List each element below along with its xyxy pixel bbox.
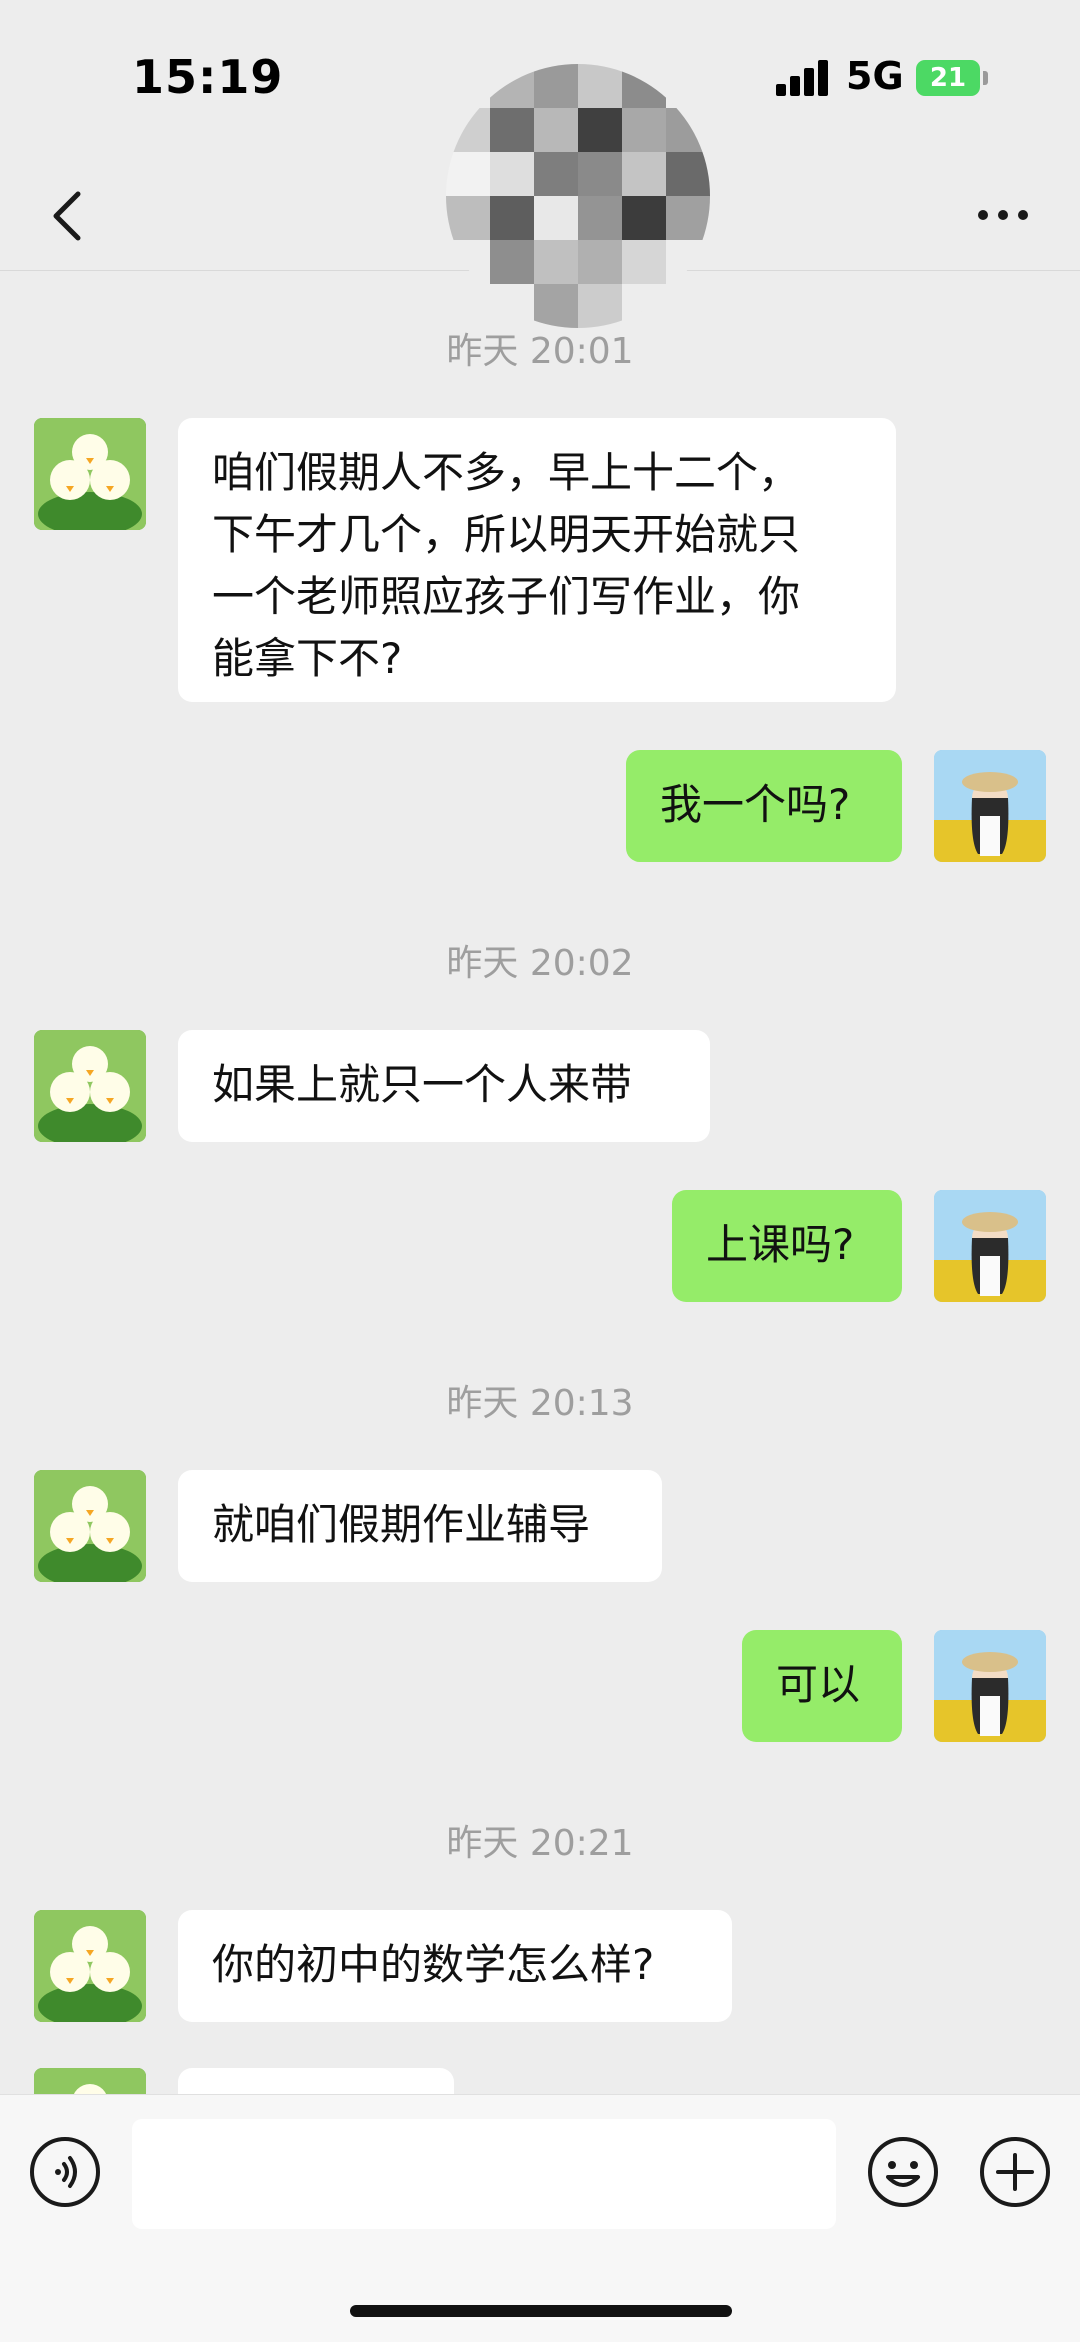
incoming-message-bubble[interactable]: 就咱们假期作业辅导 (178, 1470, 662, 1582)
home-indicator[interactable] (350, 2305, 732, 2317)
signal-icon (776, 60, 832, 96)
emoji-icon[interactable] (866, 2135, 940, 2209)
self-avatar[interactable] (934, 1630, 1046, 1742)
contact-avatar[interactable] (446, 64, 710, 328)
message-input[interactable] (132, 2119, 836, 2229)
contact-avatar-small[interactable] (34, 1030, 146, 1142)
chevron-left-icon[interactable] (44, 188, 94, 244)
incoming-message-bubble[interactable]: 你的初中的数学怎么样? (178, 1910, 732, 2022)
outgoing-message-bubble[interactable]: 上课吗? (672, 1190, 902, 1302)
self-avatar[interactable] (934, 1190, 1046, 1302)
incoming-message-bubble[interactable]: 如果上就只一个人来带 (178, 1030, 710, 1142)
status-time: 15:19 (132, 50, 284, 104)
outgoing-message-bubble[interactable]: 我一个吗? (626, 750, 902, 862)
ellipsis-icon[interactable] (976, 200, 1032, 230)
network-type: 5G (846, 54, 904, 98)
contact-avatar-small[interactable] (34, 418, 146, 530)
message-timestamp: 昨天 20:13 (446, 1383, 634, 1424)
plus-icon[interactable] (978, 2135, 1052, 2209)
incoming-message-bubble[interactable]: 咱们假期人不多，早上十二个， 下午才几个，所以明天开始就只 一个老师照应孩子们写… (178, 418, 896, 702)
contact-avatar-small[interactable] (34, 1910, 146, 2022)
message-timestamp: 昨天 20:02 (446, 943, 634, 984)
voice-icon[interactable] (28, 2135, 102, 2209)
outgoing-message-bubble[interactable]: 可以 (742, 1630, 902, 1742)
battery-tip (983, 71, 988, 85)
battery-icon: 21 (916, 60, 980, 96)
battery-level: 21 (929, 63, 967, 93)
self-avatar[interactable] (934, 750, 1046, 862)
contact-avatar-small[interactable] (34, 1470, 146, 1582)
message-timestamp: 昨天 20:01 (446, 331, 634, 372)
message-timestamp: 昨天 20:21 (446, 1823, 634, 1864)
